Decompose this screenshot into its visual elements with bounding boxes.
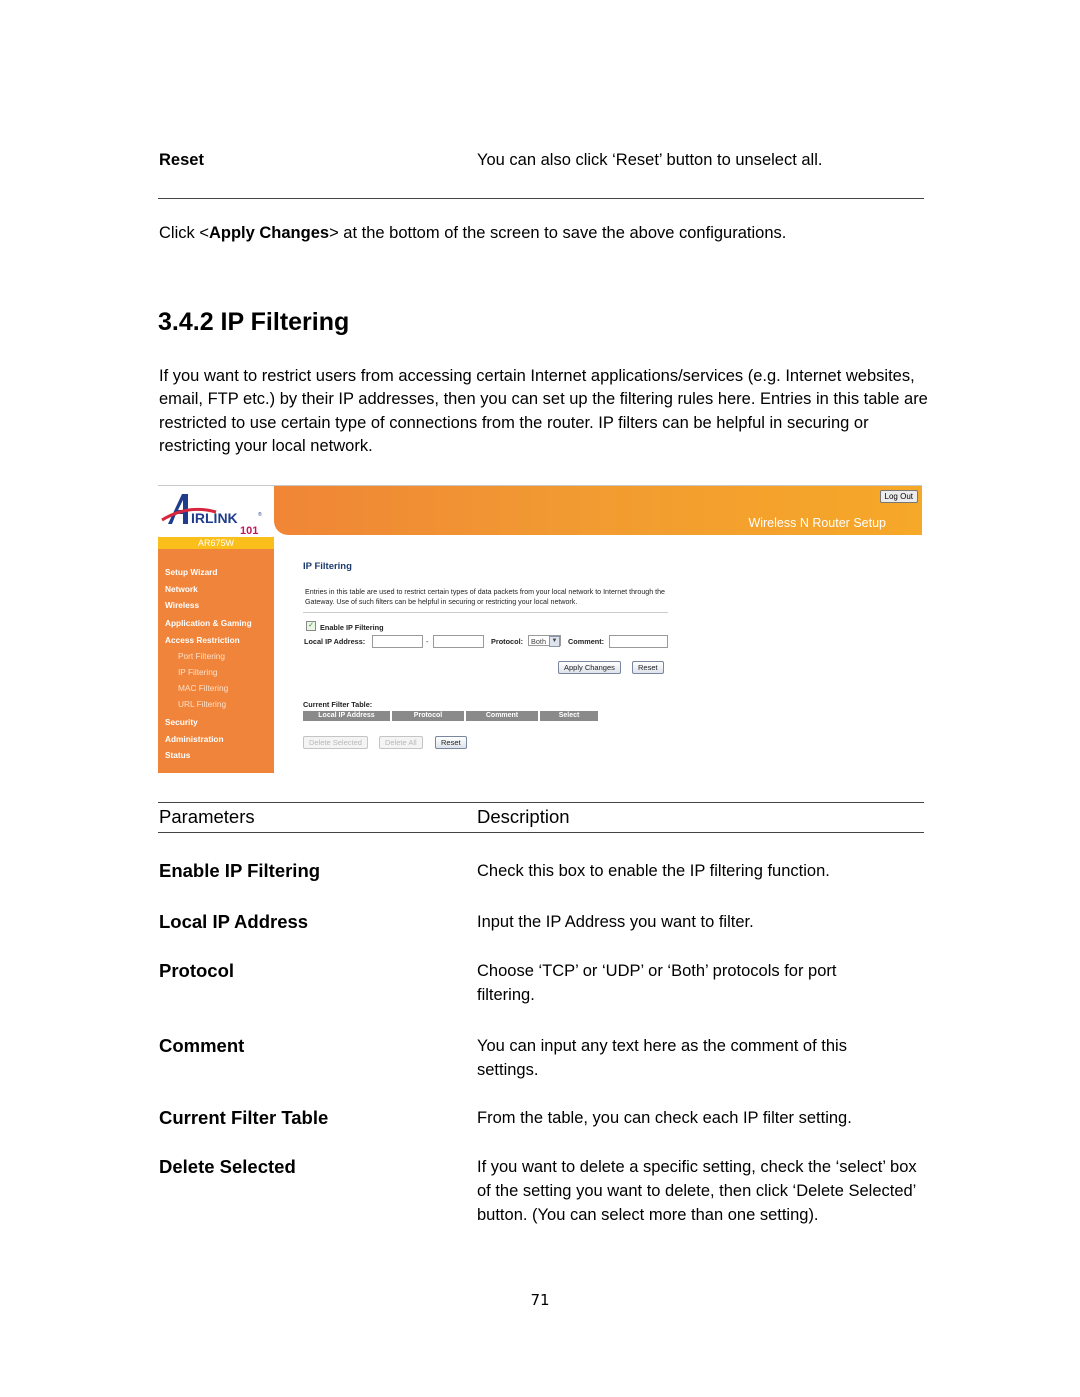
param-description: You can input any text here as the comme… [477,1037,847,1079]
param-name-reset: Reset [159,151,204,169]
param-name: Current Filter Table [159,1107,329,1128]
filter-table-title: Current Filter Table: [303,700,373,709]
router-screenshot: IRLINK ® 101 Log Out Wireless N Router S… [158,485,922,775]
page-number: 71 [530,1291,550,1309]
nav-administration[interactable]: Administration [165,734,224,744]
svg-text:IRLINK: IRLINK [191,510,238,526]
nav-mac-filtering[interactable]: MAC Filtering [178,683,228,693]
nav-url-filtering[interactable]: URL Filtering [178,699,226,709]
param-name: Comment [159,1035,245,1056]
nav-ip-filtering[interactable]: IP Filtering [178,667,218,677]
delete-all-button[interactable]: Delete All [379,736,423,749]
comment-input[interactable] [609,635,668,648]
table-header-local-ip: Local IP Address [303,711,390,721]
protocol-select[interactable]: Both ▼ [528,635,561,647]
param-description: Input the IP Address you want to filter. [477,913,754,931]
table-reset-button[interactable]: Reset [435,736,467,749]
apply-note: Click <Apply Changes> at the bottom of t… [159,222,786,246]
param-name: Protocol [159,960,235,981]
checkmark-icon: ✓ [308,622,314,629]
comment-label: Comment: [568,637,605,646]
model-label: AR675W [158,537,274,549]
param-name: Delete Selected [159,1156,296,1177]
nav-status[interactable]: Status [165,750,190,760]
table-header-description: Description [477,806,570,827]
header-banner: Log Out Wireless N Router Setup [274,486,922,535]
nav-wireless[interactable]: Wireless [165,600,199,610]
nav-port-filtering[interactable]: Port Filtering [178,651,225,661]
local-ip-start-input[interactable] [372,635,423,648]
delete-selected-button[interactable]: Delete Selected [303,736,368,749]
airlink-logo-icon: IRLINK ® 101 [161,494,262,537]
nav-network[interactable]: Network [165,584,198,594]
reset-button[interactable]: Reset [632,661,664,674]
nav-setup-wizard[interactable]: Setup Wizard [165,567,217,577]
protocol-value: Both [531,637,547,646]
table-header-select: Select [540,711,598,721]
divider [158,198,924,199]
param-name: Enable IP Filtering [159,860,321,881]
param-name: Local IP Address [159,911,309,932]
divider [303,612,668,613]
apply-note-bold: Apply Changes [208,224,330,242]
param-description: Choose ‘TCP’ or ‘UDP’ or ‘Both’ protocol… [477,962,837,1004]
apply-note-suffix: > at the bottom of the screen to save th… [329,224,787,242]
chevron-down-icon: ▼ [549,636,560,647]
airlink-logo: IRLINK ® 101 [158,486,274,538]
table-header-protocol: Protocol [392,711,464,721]
logo-number: 101 [240,525,258,537]
nav-access-restriction[interactable]: Access Restriction [165,635,240,645]
banner-title: Wireless N Router Setup [748,516,886,530]
protocol-label: Protocol: [491,637,524,646]
svg-text:®: ® [258,511,262,518]
router-page-description: Entries in this table are used to restri… [305,588,665,606]
router-page-title: IP Filtering [303,561,352,572]
divider [158,802,924,803]
section-intro: If you want to restrict users from acces… [159,367,928,455]
param-description: From the table, you can check each IP fi… [477,1109,852,1127]
nav-security[interactable]: Security [165,717,198,727]
divider [158,832,924,833]
logout-button[interactable]: Log Out [879,490,918,503]
section-title: 3.4.2 IP Filtering [158,308,350,336]
apply-changes-button[interactable]: Apply Changes [558,661,621,674]
local-ip-label: Local IP Address: [304,637,366,646]
enable-ip-filtering-checkbox[interactable]: ✓ [306,621,316,631]
sidebar: Setup Wizard Network Wireless Applicatio… [158,549,274,773]
param-description: If you want to delete a specific setting… [477,1158,917,1224]
nav-application-gaming[interactable]: Application & Gaming [165,618,252,628]
param-desc-reset: You can also click ‘Reset’ button to uns… [477,151,823,169]
table-header-comment: Comment [466,711,538,721]
param-description: Check this box to enable the IP filterin… [477,862,830,880]
local-ip-end-input[interactable] [433,635,484,648]
table-header-parameters: Parameters [159,806,255,827]
apply-note-prefix: Click < [159,224,209,242]
ip-range-separator: - [426,637,429,646]
enable-ip-filtering-label: Enable IP Filtering [320,623,384,632]
